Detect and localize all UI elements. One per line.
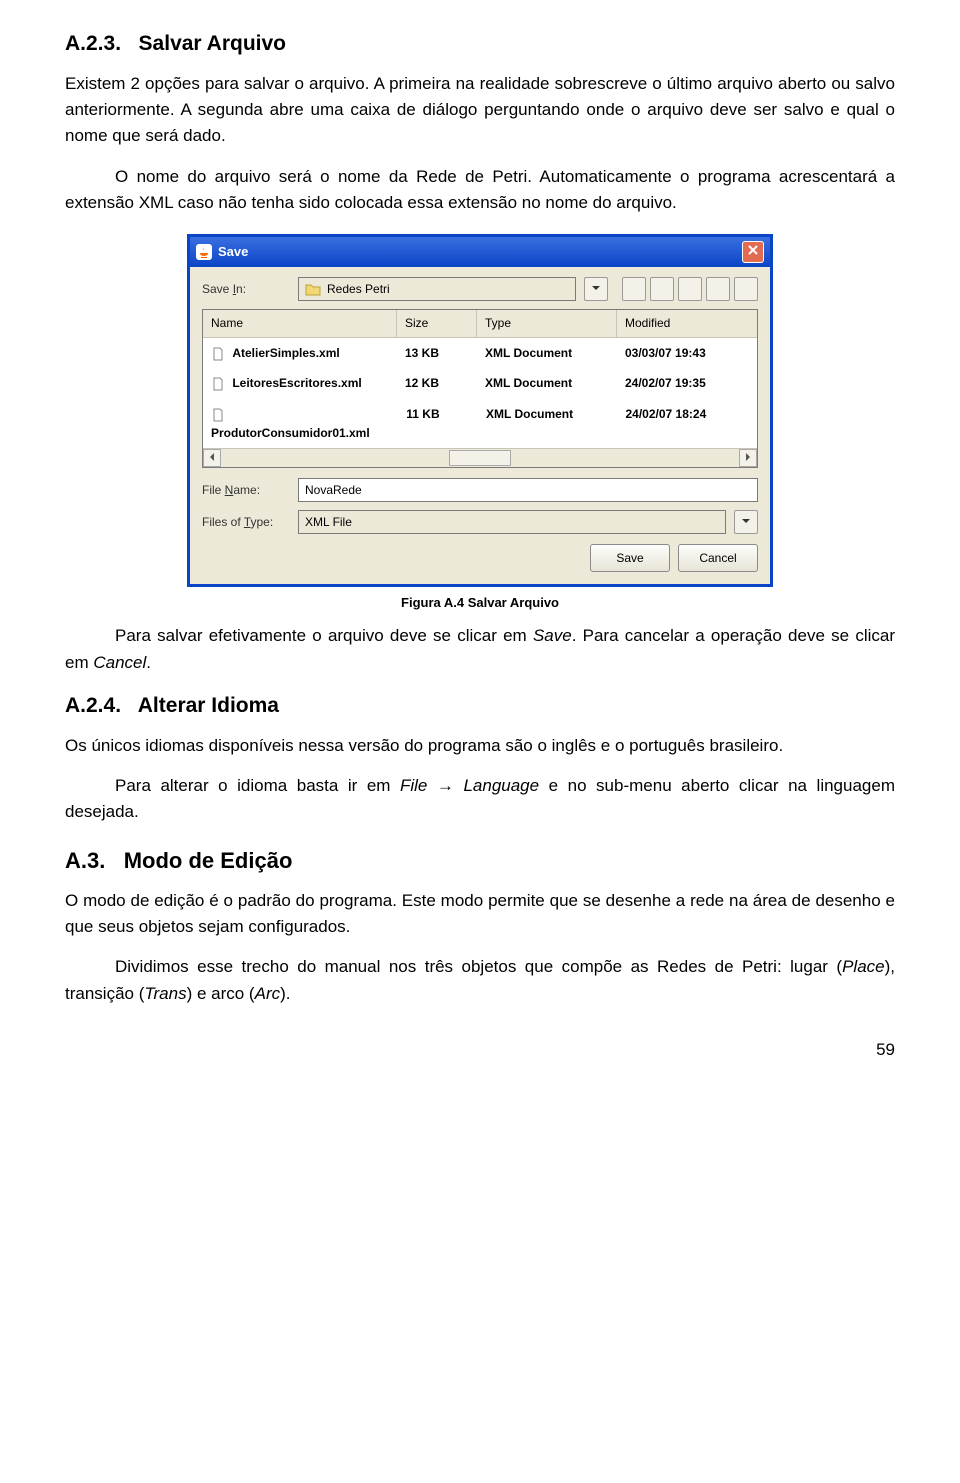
file-name-label: File Name: <box>202 481 290 500</box>
heading-title: Salvar Arquivo <box>139 32 286 55</box>
heading-a24: A.2.4. Alterar Idioma <box>65 690 895 723</box>
scroll-left-button[interactable] <box>203 449 221 467</box>
chevron-down-icon <box>741 513 751 532</box>
heading-a3: A.3. Modo de Edição <box>65 844 895 878</box>
file-name: AtelierSimples.xml <box>232 346 339 360</box>
home-button[interactable] <box>650 277 674 301</box>
paragraph: Os únicos idiomas disponíveis nessa vers… <box>65 733 895 759</box>
file-list-header: Name Size Type Modified <box>203 310 757 338</box>
file-type: XML Document <box>477 340 617 367</box>
save-in-label: Save In: <box>202 280 290 299</box>
paragraph: O nome do arquivo será o nome da Rede de… <box>65 164 895 217</box>
file-name-input[interactable]: NovaRede <box>298 478 758 502</box>
paragraph: Para alterar o idioma basta ir em File →… <box>65 773 895 826</box>
file-list: Name Size Type Modified AtelierSimples.x… <box>202 309 758 468</box>
file-row[interactable]: LeitoresEscritores.xml 12 KB XML Documen… <box>203 368 757 399</box>
col-modified[interactable]: Modified <box>617 310 757 337</box>
scroll-thumb[interactable] <box>449 450 511 466</box>
file-type: XML Document <box>477 370 617 397</box>
file-row[interactable]: ProdutorConsumidor01.xml 11 KB XML Docum… <box>203 399 757 448</box>
new-folder-button[interactable] <box>678 277 702 301</box>
page-number: 59 <box>65 1037 895 1063</box>
detail-view-button[interactable] <box>734 277 758 301</box>
file-type-label: Files of Type: <box>202 513 290 532</box>
file-icon <box>211 408 225 422</box>
file-name: LeitoresEscritores.xml <box>232 376 361 390</box>
heading-title: Modo de Edição <box>124 848 293 873</box>
file-modified: 03/03/07 19:43 <box>617 340 757 367</box>
file-type: XML Document <box>478 401 617 446</box>
chevron-left-icon <box>207 449 217 468</box>
save-in-value: Redes Petri <box>327 280 390 299</box>
save-in-dropdown-button[interactable] <box>584 277 608 301</box>
folder-icon <box>305 282 321 296</box>
file-icon <box>211 377 225 391</box>
file-modified: 24/02/07 18:24 <box>618 401 757 446</box>
file-size: 13 KB <box>397 340 477 367</box>
figure-caption: Figura A.4 Salvar Arquivo <box>65 593 895 613</box>
file-name-input-value: NovaRede <box>305 481 362 500</box>
chevron-down-icon <box>591 280 601 299</box>
list-view-button[interactable] <box>706 277 730 301</box>
heading-number: A.3. <box>65 848 105 873</box>
save-in-combobox[interactable]: Redes Petri <box>298 277 576 301</box>
heading-a23: A.2.3. Salvar Arquivo <box>65 28 895 61</box>
heading-number: A.2.4. <box>65 694 121 717</box>
horizontal-scrollbar[interactable] <box>203 448 757 467</box>
paragraph: Dividimos esse trecho do manual nos três… <box>65 954 895 1007</box>
file-type-combobox[interactable]: XML File <box>298 510 726 534</box>
file-type-dropdown-button[interactable] <box>734 510 758 534</box>
col-name[interactable]: Name <box>203 310 397 337</box>
file-type-value: XML File <box>305 513 352 532</box>
file-row[interactable]: AtelierSimples.xml 13 KB XML Document 03… <box>203 338 757 369</box>
dialog-title: Save <box>218 242 248 262</box>
paragraph: Existem 2 opções para salvar o arquivo. … <box>65 71 895 150</box>
paragraph: Para salvar efetivamente o arquivo deve … <box>65 623 895 676</box>
file-icon <box>211 347 225 361</box>
up-folder-button[interactable] <box>622 277 646 301</box>
dialog-titlebar: Save <box>190 237 770 267</box>
file-modified: 24/02/07 19:35 <box>617 370 757 397</box>
col-type[interactable]: Type <box>477 310 617 337</box>
save-button[interactable]: Save <box>590 544 670 572</box>
paragraph: O modo de edição é o padrão do programa.… <box>65 888 895 941</box>
chevron-right-icon <box>743 449 753 468</box>
save-dialog: Save Save In: Redes Petri <box>187 234 773 587</box>
heading-number: A.2.3. <box>65 32 121 55</box>
java-cup-icon <box>196 244 212 260</box>
col-size[interactable]: Size <box>397 310 477 337</box>
scroll-right-button[interactable] <box>739 449 757 467</box>
heading-title: Alterar Idioma <box>138 694 279 717</box>
close-icon <box>747 242 759 262</box>
close-button[interactable] <box>742 241 764 263</box>
cancel-button[interactable]: Cancel <box>678 544 758 572</box>
file-size: 12 KB <box>397 370 477 397</box>
file-size: 11 KB <box>398 401 478 446</box>
file-name: ProdutorConsumidor01.xml <box>211 426 370 440</box>
